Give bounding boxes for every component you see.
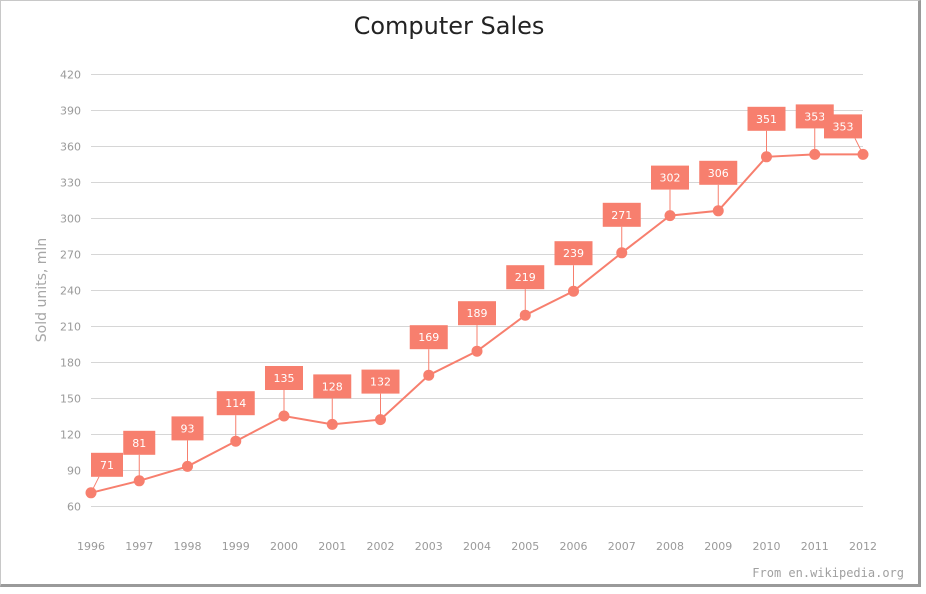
- x-tick-label: 1998: [174, 540, 202, 553]
- data-label: 128: [322, 380, 343, 393]
- x-tick-label: 2004: [463, 540, 491, 553]
- data-label: 239: [563, 247, 584, 260]
- grid-lines: [91, 74, 863, 507]
- x-tick-label: 2010: [753, 540, 781, 553]
- y-tick-label: 60: [67, 501, 81, 514]
- x-tick-label: 2009: [704, 540, 732, 553]
- x-tick-label: 2011: [801, 540, 829, 553]
- data-label: 114: [225, 397, 246, 410]
- data-label: 135: [274, 372, 295, 385]
- y-tick-label: 150: [60, 393, 81, 406]
- data-label: 189: [467, 307, 488, 320]
- y-tick-label: 330: [60, 177, 81, 190]
- x-tick-label: 2002: [367, 540, 395, 553]
- data-label: 132: [370, 376, 391, 389]
- y-tick-label: 270: [60, 249, 81, 262]
- source-note: From en.wikipedia.org: [752, 566, 904, 580]
- x-tick-label: 2005: [511, 540, 539, 553]
- data-label: 271: [611, 209, 632, 222]
- data-label: 81: [132, 437, 146, 450]
- y-axis-ticks: 60 90 120 150 180 210 240 270 300 330 360 390 420: [60, 69, 81, 514]
- x-tick-label: 1997: [125, 540, 153, 553]
- x-tick-label: 1996: [77, 540, 105, 553]
- y-tick-label: 210: [60, 321, 81, 334]
- data-label: 351: [756, 113, 777, 126]
- y-tick-label: 120: [60, 429, 81, 442]
- y-tick-label: 390: [60, 105, 81, 118]
- x-tick-label: 2007: [608, 540, 636, 553]
- y-axis-label: Sold units, mln: [34, 238, 50, 342]
- y-tick-label: 360: [60, 141, 81, 154]
- data-label: 353: [804, 110, 825, 123]
- y-tick-label: 180: [60, 357, 81, 370]
- chart-frame: Computer Sales 60 90 120 150 180 210 240 270 300…: [0, 0, 921, 587]
- data-label: 306: [708, 167, 729, 180]
- data-label: 169: [418, 331, 439, 344]
- y-tick-label: 420: [60, 69, 81, 82]
- data-label: 302: [660, 172, 681, 185]
- data-label: 219: [515, 271, 536, 284]
- chart: Computer Sales 60 90 120 150 180 210 240 270 300…: [34, 12, 904, 580]
- x-tick-label: 2006: [560, 540, 588, 553]
- chart-title: Computer Sales: [354, 12, 545, 40]
- x-tick-label: 2008: [656, 540, 684, 553]
- y-tick-label: 300: [60, 213, 81, 226]
- data-label: 93: [181, 422, 195, 435]
- x-tick-label: 2012: [849, 540, 877, 553]
- x-axis-ticks: 1996 1997 1998 1999 2000 2001 2002 2003 2004 2005…: [77, 540, 877, 553]
- x-tick-label: 2000: [270, 540, 298, 553]
- data-label: 353: [833, 120, 854, 133]
- data-label: 71: [100, 459, 114, 472]
- x-tick-label: 1999: [222, 540, 250, 553]
- y-tick-label: 240: [60, 285, 81, 298]
- x-tick-label: 2001: [318, 540, 346, 553]
- y-tick-label: 90: [67, 465, 81, 478]
- x-tick-label: 2003: [415, 540, 443, 553]
